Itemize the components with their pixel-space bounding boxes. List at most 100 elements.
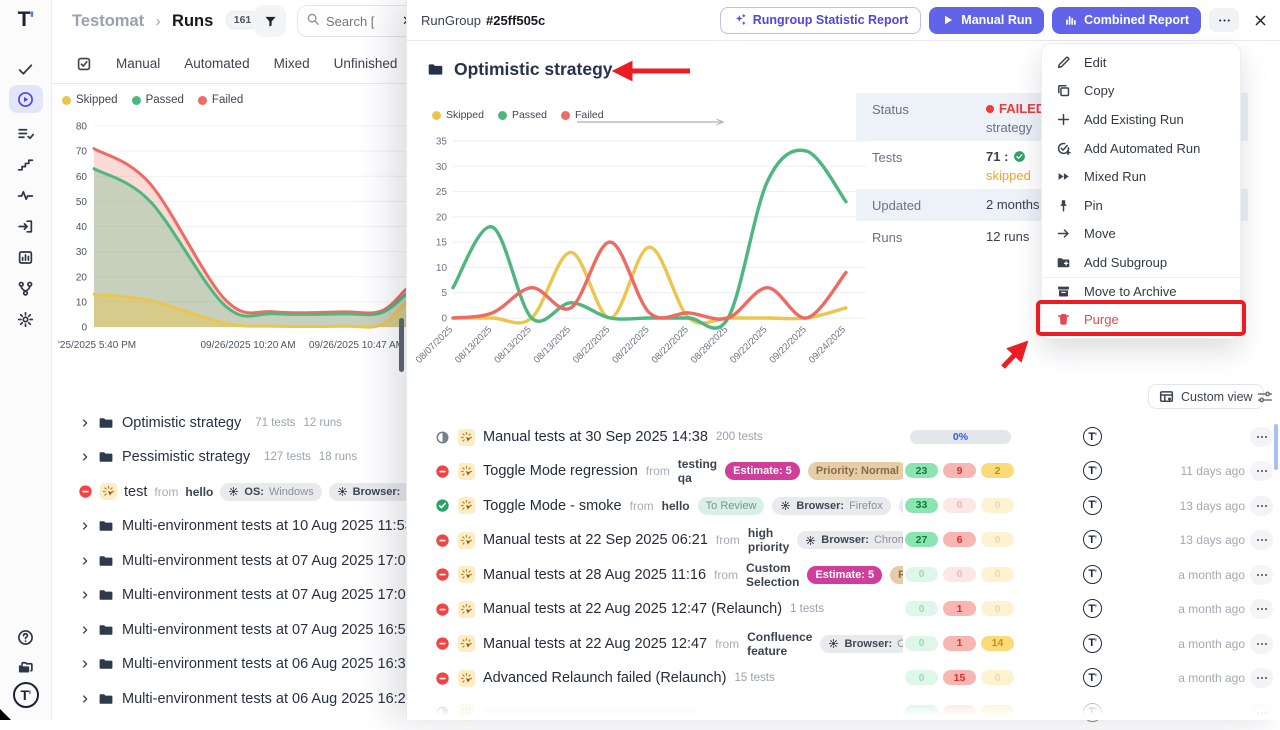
row-more-options-button[interactable] [1250, 668, 1273, 688]
run-row[interactable]: Manual tests at 28 Aug 2025 11:16fromCus… [407, 558, 1280, 592]
row-more-options-button[interactable] [1250, 530, 1273, 550]
run-title[interactable]: Manual tests at 28 Aug 2025 11:16 [483, 567, 706, 583]
tree-group-row[interactable]: Pessimistic strategy127 tests18 runs [52, 441, 406, 473]
sidebar-item-steps[interactable] [9, 150, 43, 178]
menu-item-add-automated-run[interactable]: Add Automated Run [1042, 134, 1240, 163]
sidebar-item-list-check[interactable] [9, 119, 43, 147]
tree-run-row[interactable]: testfromhelloOS:WindowsBrowser:Chrome [52, 476, 406, 508]
row-more-options-button[interactable] [1250, 427, 1273, 447]
run-row[interactable]: Manual tests at 22 Aug 2025 12:47 (Relau… [407, 592, 1280, 626]
chevron-right-icon-slot[interactable] [80, 625, 90, 635]
tree-group-name[interactable]: Multi-environment tests at 10 Aug 2025 1… [122, 518, 406, 534]
chevron-right-icon-slot[interactable] [80, 590, 90, 600]
combined-report-button[interactable]: Combined Report [1052, 7, 1201, 34]
run-title[interactable]: Manual tests at 22 Aug 2025 12:47 [483, 636, 707, 652]
assignee-avatar[interactable]: T' [1083, 668, 1102, 687]
modal-close-button[interactable] [1253, 13, 1268, 28]
tree-group-name[interactable]: Pessimistic strategy [122, 449, 250, 465]
app-logo[interactable]: T' [9, 6, 43, 34]
manual-run-button[interactable]: Manual Run [929, 7, 1044, 34]
from-source[interactable]: testing qa [678, 457, 717, 485]
run-title[interactable]: Manual tests at 22 Aug 2025 12:47 (Relau… [483, 601, 782, 617]
from-source[interactable]: Custom Selection [746, 561, 799, 589]
tree-group-name[interactable]: Multi-environment tests at 07 Aug 2025 1… [122, 587, 406, 603]
menu-item-add-existing-run[interactable]: Add Existing Run [1042, 105, 1240, 134]
assignee-avatar[interactable]: T' [1083, 427, 1102, 446]
row-more-options-button[interactable] [1250, 634, 1273, 654]
menu-item-move[interactable]: Move [1042, 220, 1240, 249]
run-title[interactable]: Toggle Mode regression [483, 463, 638, 479]
sidebar-item-branch[interactable] [9, 274, 43, 302]
tree-group-row[interactable]: Optimistic strategy71 tests12 runs [52, 407, 406, 439]
run-title[interactable]: Manual tests at 22 Sep 2025 06:21 [483, 532, 708, 548]
rungroup-statistic-report-button[interactable]: Rungroup Statistic Report [720, 7, 922, 34]
assignee-avatar[interactable]: T' [1083, 703, 1102, 722]
sidebar-item-import[interactable] [9, 212, 43, 240]
sidebar-item-gear[interactable] [9, 305, 43, 333]
row-more-options-button[interactable] [1250, 599, 1273, 619]
tab-automated[interactable]: Automated [184, 56, 249, 71]
row-more-options-button[interactable] [1250, 461, 1273, 481]
run-row[interactable]: Advanced Relaunch failed (Relaunch)15 te… [407, 661, 1280, 695]
row-more-options-button[interactable] [1250, 565, 1273, 585]
tree-run-name[interactable]: test [124, 484, 147, 500]
run-row-partial[interactable]: T' [407, 696, 1280, 730]
menu-item-edit[interactable]: Edit [1042, 48, 1240, 77]
view-options-sliders-icon[interactable] [1257, 389, 1273, 405]
filter-button[interactable] [254, 5, 286, 37]
from-source[interactable]: hello [185, 485, 213, 499]
modal-more-options-button[interactable] [1209, 8, 1239, 32]
assignee-avatar[interactable]: T' [1083, 634, 1102, 653]
tree-group-row[interactable]: Multi-environment tests at 07 Aug 2025 1… [52, 545, 406, 577]
from-source[interactable]: hello [662, 499, 690, 513]
tree-group-row[interactable]: Multi-environment tests at 06 Aug 2025 1… [52, 683, 406, 715]
run-row[interactable]: Manual tests at 22 Aug 2025 12:47fromCon… [407, 627, 1280, 661]
assignee-avatar[interactable]: T' [1083, 496, 1102, 515]
menu-item-add-subgroup[interactable]: Add Subgroup [1042, 248, 1240, 277]
tab-unfinished[interactable]: Unfinished [334, 56, 398, 71]
assignee-avatar[interactable]: T' [1083, 599, 1102, 618]
search-input[interactable] [326, 14, 396, 29]
sidebar-item-report[interactable] [9, 243, 43, 271]
sidebar-item-check[interactable] [9, 55, 43, 83]
tree-group-row[interactable]: Multi-environment tests at 10 Aug 2025 1… [52, 510, 406, 542]
assignee-avatar[interactable]: T' [1083, 530, 1102, 549]
tree-group-row[interactable]: Multi-environment tests at 06 Aug 2025 1… [52, 648, 406, 680]
sidebar-item-help[interactable] [9, 623, 43, 651]
tab-manual[interactable]: Manual [116, 56, 160, 71]
tree-group-name[interactable]: Multi-environment tests at 06 Aug 2025 1… [122, 691, 406, 707]
menu-item-purge[interactable]: Purge [1042, 305, 1240, 334]
tree-group-row[interactable]: Multi-environment tests at 07 Aug 2025 1… [52, 614, 406, 646]
run-row[interactable]: Toggle Mode regressionfromtesting qaEsti… [407, 454, 1280, 488]
assignee-avatar[interactable]: T' [1083, 461, 1102, 480]
menu-item-pin[interactable]: Pin [1042, 191, 1240, 220]
chevron-right-icon-slot[interactable] [80, 694, 90, 704]
run-row[interactable]: Manual tests at 22 Sep 2025 06:21fromhig… [407, 523, 1280, 557]
run-row[interactable]: Manual tests at 30 Sep 2025 14:38200 tes… [407, 420, 1280, 454]
legend-item-failed[interactable]: Failed [198, 94, 243, 106]
modal-scrollbar[interactable] [1274, 424, 1278, 470]
run-row[interactable]: Toggle Mode - smokefromhelloTo ReviewBro… [407, 489, 1280, 523]
tree-group-row[interactable]: Multi-environment tests at 07 Aug 2025 1… [52, 579, 406, 611]
chevron-right-icon-slot[interactable] [80, 521, 90, 531]
row-more-options-button[interactable] [1250, 496, 1273, 516]
legend-item-passed[interactable]: Passed [132, 94, 184, 106]
assignee-avatar[interactable]: T' [1083, 565, 1102, 584]
chevron-right-icon-slot[interactable] [80, 452, 90, 462]
run-title[interactable]: Toggle Mode - smoke [483, 498, 622, 514]
breadcrumb-page[interactable]: Runs [172, 12, 213, 30]
from-source[interactable]: Confluence feature [747, 630, 812, 658]
menu-item-move-to-archive[interactable]: Move to Archive [1042, 277, 1240, 306]
menu-item-copy[interactable]: Copy [1042, 77, 1240, 106]
sidebar-item-play-circle[interactable] [9, 85, 43, 113]
sidebar-item-folders[interactable] [9, 653, 43, 681]
tree-group-name[interactable]: Optimistic strategy [122, 415, 241, 431]
legend-item-skipped[interactable]: Skipped [62, 94, 118, 106]
chevron-right-icon-slot[interactable] [80, 556, 90, 566]
sidebar-item-pulse[interactable] [9, 181, 43, 209]
menu-item-mixed-run[interactable]: Mixed Run [1042, 162, 1240, 191]
tab-mixed[interactable]: Mixed [274, 56, 310, 71]
tree-group-name[interactable]: Multi-environment tests at 07 Aug 2025 1… [122, 622, 406, 638]
run-title[interactable]: Advanced Relaunch failed (Relaunch) [483, 670, 726, 686]
from-source[interactable]: high priority [748, 526, 789, 554]
